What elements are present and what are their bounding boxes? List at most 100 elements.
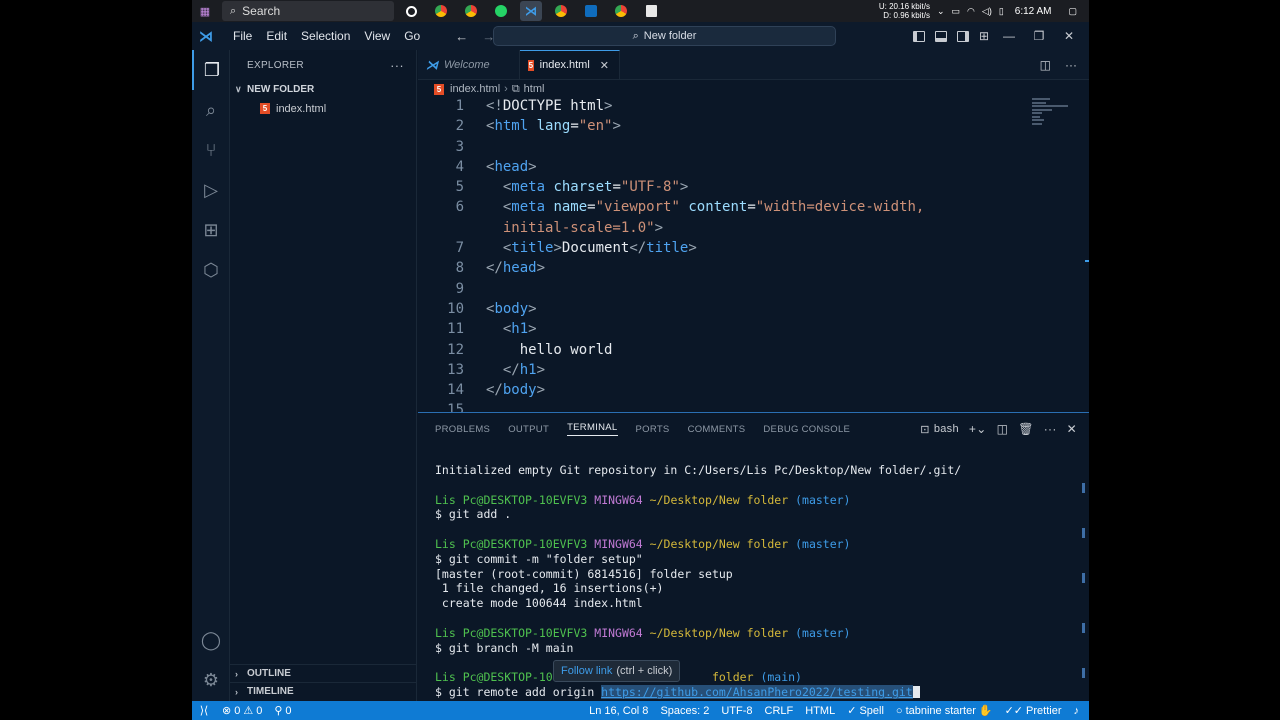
terminal-scrollbar[interactable] bbox=[1082, 483, 1085, 683]
minimize-button[interactable]: — bbox=[999, 29, 1019, 43]
whatsapp-icon[interactable] bbox=[490, 1, 512, 21]
command-center[interactable]: ⌕ New folder bbox=[493, 26, 836, 46]
run-debug-icon[interactable]: ▷ bbox=[192, 170, 230, 210]
problems-indicator[interactable]: ⊗ 0 ⚠ 0 bbox=[216, 704, 268, 718]
split-editor-icon[interactable]: ◫ bbox=[1040, 58, 1051, 72]
task-view-icon[interactable] bbox=[400, 1, 422, 21]
trash-icon[interactable]: 🗑 bbox=[1018, 422, 1034, 436]
account-icon[interactable]: ◯ bbox=[192, 620, 230, 660]
screen: ▦ ⌕ Search ⋊ U: 20.16 kbit/s D: 0.96 kbi… bbox=[0, 0, 1280, 720]
chrome-icon[interactable] bbox=[610, 1, 632, 21]
ports-indicator[interactable]: ⚲ 0 bbox=[268, 704, 297, 718]
tab-comments[interactable]: COMMENTS bbox=[679, 413, 755, 445]
code-token: lang bbox=[528, 118, 571, 135]
end-of-line[interactable]: CRLF bbox=[759, 705, 800, 717]
remote-indicator-icon[interactable]: ⟩⟨ bbox=[192, 701, 216, 720]
chrome-icon[interactable] bbox=[550, 1, 572, 21]
line-number: 2 bbox=[455, 118, 464, 135]
clock[interactable]: 6:12 AM bbox=[1015, 6, 1052, 17]
chrome-icon[interactable] bbox=[430, 1, 452, 21]
explorer-icon[interactable]: ❐ bbox=[192, 50, 230, 90]
menu-file[interactable]: File bbox=[226, 29, 259, 43]
outline-section[interactable]: › OUTLINE bbox=[230, 664, 417, 682]
remote-explorer-icon[interactable]: ⬡ bbox=[192, 250, 230, 290]
encoding[interactable]: UTF-8 bbox=[715, 705, 758, 717]
code-token: meta bbox=[511, 199, 546, 216]
settings-gear-icon[interactable]: ⚙ bbox=[192, 660, 230, 700]
prettier-indicator[interactable]: ✓✓ Prettier bbox=[999, 704, 1068, 718]
remote-url-link[interactable]: https://github.com/AhsanPhero2022/testin… bbox=[601, 684, 913, 699]
status-bar-right: Ln 16, Col 8 Spaces: 2 UTF-8 CRLF HTML ✓… bbox=[583, 704, 1090, 718]
battery-icon[interactable]: ▭ bbox=[952, 6, 961, 17]
chevron-up-icon[interactable]: ⌄ bbox=[937, 6, 945, 17]
widgets-icon[interactable]: ▦ bbox=[198, 4, 212, 18]
more-actions-icon[interactable]: ··· bbox=[390, 58, 404, 73]
tab-output[interactable]: OUTPUT bbox=[499, 413, 558, 445]
minimap[interactable] bbox=[1032, 98, 1074, 128]
tab-index-html[interactable]: 5 index.html ✕ bbox=[520, 50, 620, 79]
file-index-html[interactable]: 5 index.html bbox=[230, 99, 416, 118]
code-token: hello world bbox=[519, 341, 613, 358]
split-terminal-icon[interactable]: ◫ bbox=[997, 422, 1009, 436]
menu-go[interactable]: Go bbox=[397, 29, 427, 43]
terminal-shell-selector[interactable]: ⊡ bash bbox=[920, 423, 959, 436]
outlook-icon[interactable] bbox=[580, 1, 602, 21]
breadcrumb-file[interactable]: index.html bbox=[450, 83, 500, 95]
timeline-section[interactable]: › TIMELINE bbox=[230, 682, 417, 700]
wifi-icon[interactable]: ◠ bbox=[967, 6, 975, 17]
menu-selection[interactable]: Selection bbox=[294, 29, 357, 43]
new-terminal-icon[interactable]: +⌄ bbox=[969, 422, 987, 436]
tab-problems[interactable]: PROBLEMS bbox=[426, 413, 499, 445]
menu-view[interactable]: View bbox=[357, 29, 397, 43]
command-text: $ git remote add origin bbox=[435, 684, 602, 699]
menu-edit[interactable]: Edit bbox=[259, 29, 294, 43]
restore-button[interactable]: ❐ bbox=[1029, 29, 1049, 43]
close-panel-icon[interactable]: ✕ bbox=[1067, 422, 1077, 436]
indentation[interactable]: Spaces: 2 bbox=[654, 705, 715, 717]
taskbar-search[interactable]: ⌕ Search bbox=[222, 1, 394, 21]
tab-ports[interactable]: PORTS bbox=[627, 413, 679, 445]
search-icon[interactable]: ⌕ bbox=[192, 90, 230, 130]
tab-welcome-label: Welcome bbox=[444, 58, 490, 71]
code-token: > bbox=[528, 158, 537, 175]
element-icon: ⧉ bbox=[511, 82, 520, 95]
tab-debug-console[interactable]: DEBUG CONSOLE bbox=[754, 413, 859, 445]
tab-welcome[interactable]: ⋊ Welcome bbox=[418, 50, 520, 79]
toggle-panel-icon[interactable] bbox=[934, 30, 947, 42]
editor-actions: ◫ ··· bbox=[1040, 50, 1089, 79]
chrome-icon[interactable] bbox=[460, 1, 482, 21]
battery-level-icon[interactable]: ▯ bbox=[999, 6, 1004, 17]
warning-icon: ⚠ bbox=[243, 705, 254, 717]
tab-terminal[interactable]: TERMINAL bbox=[558, 413, 626, 445]
more-actions-icon[interactable]: ··· bbox=[1044, 422, 1057, 436]
editor-scrollbar[interactable] bbox=[1085, 260, 1089, 262]
scrollbar-mark bbox=[1082, 668, 1085, 678]
source-control-icon[interactable]: ⑂ bbox=[192, 130, 230, 170]
volume-icon[interactable]: ◁) bbox=[982, 6, 992, 17]
tab-ports-label: PORTS bbox=[635, 423, 670, 435]
toggle-secondary-sidebar-icon[interactable] bbox=[956, 30, 969, 42]
net-up-label: U: bbox=[878, 2, 887, 11]
timeline-label: TIMELINE bbox=[247, 686, 294, 697]
tabnine-indicator[interactable]: ○ tabnine starter ✋ bbox=[890, 704, 999, 718]
more-actions-icon[interactable]: ··· bbox=[1065, 58, 1077, 72]
language-mode[interactable]: HTML bbox=[799, 705, 841, 717]
notification-icon[interactable]: ▢ bbox=[1068, 6, 1077, 17]
extensions-icon[interactable]: ⊞ bbox=[192, 210, 230, 250]
back-arrow-icon[interactable]: ← bbox=[455, 29, 468, 44]
vscode-taskbar-icon[interactable]: ⋊ bbox=[520, 1, 542, 21]
close-icon[interactable]: ✕ bbox=[600, 59, 609, 72]
notepad-icon[interactable] bbox=[640, 1, 662, 21]
toggle-sidebar-icon[interactable] bbox=[912, 30, 925, 42]
spell-indicator[interactable]: ✓ Spell bbox=[841, 704, 890, 718]
taskbar-search-placeholder: Search bbox=[242, 4, 281, 18]
cursor-position[interactable]: Ln 16, Col 8 bbox=[583, 705, 654, 717]
close-button[interactable]: ✕ bbox=[1059, 29, 1079, 43]
tab-comments-label: COMMENTS bbox=[687, 423, 746, 435]
terminal-output[interactable]: Initialized empty Git repository in C:/U… bbox=[435, 463, 1075, 700]
breadcrumb-element[interactable]: html bbox=[524, 83, 545, 95]
code-editor[interactable]: 1 <!DOCTYPE html> 2 <html lang="en"> 3 4 <h… bbox=[418, 98, 1028, 412]
customize-layout-icon[interactable]: ⊞ bbox=[979, 29, 989, 43]
folder-new-folder[interactable]: ∨ NEW FOLDER bbox=[230, 80, 416, 99]
notifications-bell-icon[interactable]: ♪ bbox=[1068, 705, 1090, 717]
